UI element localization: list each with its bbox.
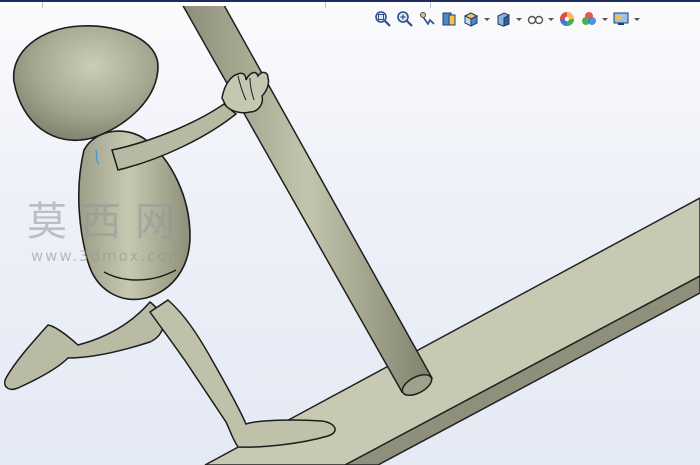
character-front-leg[interactable]: [148, 299, 336, 448]
edit-appearance-icon: [560, 12, 574, 26]
zoom-to-fit-icon: [375, 11, 391, 27]
view-orientation-dropdown[interactable]: [484, 10, 490, 28]
zoom-to-area-button[interactable]: [396, 10, 414, 28]
character-back-leg[interactable]: [4, 300, 164, 390]
apply-scene-dropdown[interactable]: [602, 10, 608, 28]
zoom-to-area-icon: [397, 11, 413, 27]
apply-scene-icon: [582, 12, 596, 25]
hide-show-items-icon: [527, 15, 544, 25]
pole-part[interactable]: [180, 0, 435, 400]
view-orientation-button[interactable]: [462, 10, 480, 28]
apply-scene-button[interactable]: [580, 10, 598, 28]
hide-show-items-dropdown[interactable]: [548, 10, 554, 28]
display-style-icon: [497, 12, 510, 27]
previous-view-button[interactable]: [418, 10, 436, 28]
display-style-button[interactable]: [494, 10, 512, 28]
zoom-to-fit-button[interactable]: [374, 10, 392, 28]
model-scene: [4, 0, 700, 465]
view-orientation-icon: [463, 12, 479, 27]
view-settings-icon: [613, 12, 629, 25]
view-settings-dropdown[interactable]: [634, 10, 640, 28]
top-edge-divider: [325, 2, 326, 8]
top-edge-divider: [42, 2, 43, 8]
display-style-dropdown[interactable]: [516, 10, 522, 28]
view-settings-button[interactable]: [612, 10, 630, 28]
graphics-viewport[interactable]: 莫西网 www.3dmox.com: [0, 0, 700, 465]
character-head[interactable]: [12, 25, 159, 142]
edit-appearance-button[interactable]: [558, 10, 576, 28]
hide-show-items-button[interactable]: [526, 10, 544, 28]
heads-up-view-toolbar: [374, 8, 640, 30]
window-top-edge: [0, 0, 700, 8]
section-view-button[interactable]: [440, 10, 458, 28]
section-view-icon: [442, 12, 456, 26]
previous-view-icon: [420, 12, 435, 26]
